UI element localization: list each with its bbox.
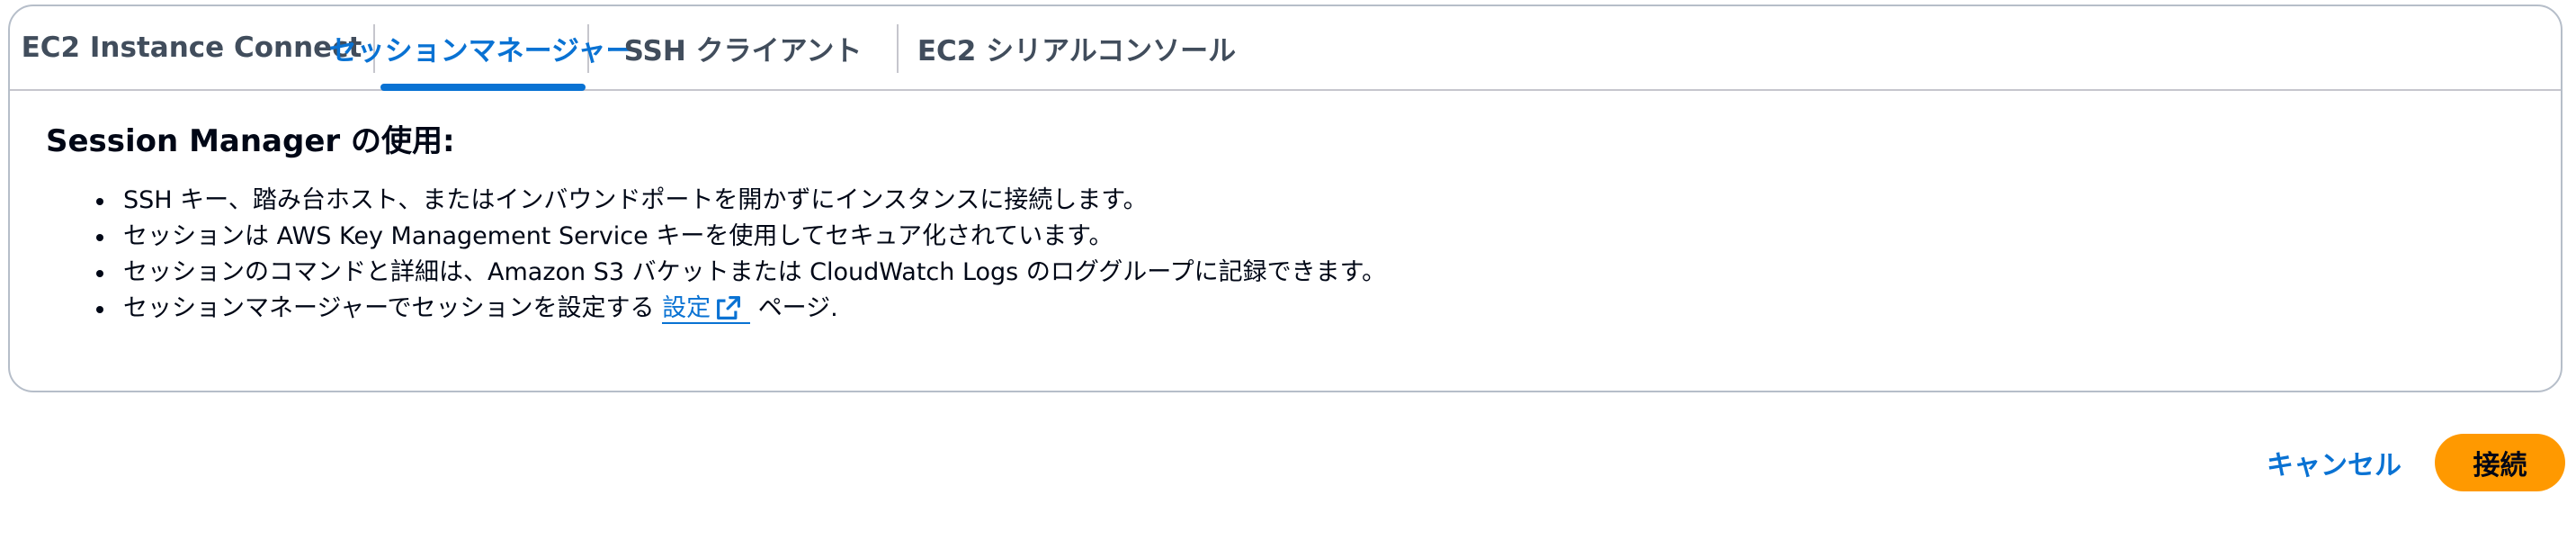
external-link-icon: [717, 296, 741, 320]
list-item: セッションマネージャーでセッションを設定する 設定 ページ.: [96, 291, 2525, 327]
tab-bar: EC2 Instance Connect セッションマネージャー SSH クライ…: [10, 6, 2561, 91]
connect-panel: EC2 Instance Connect セッションマネージャー SSH クライ…: [8, 4, 2563, 392]
tab-session-manager[interactable]: セッションマネージャー: [329, 6, 633, 91]
panel-content: Session Manager の使用: SSH キー、踏み台ホスト、またはイン…: [46, 122, 2525, 327]
list-item-text: セッションマネージャーでセッションを設定する: [123, 294, 655, 322]
section-heading: Session Manager の使用:: [46, 123, 455, 159]
feature-list: SSH キー、踏み台ホスト、またはインバウンドポートを開かずにインスタンスに接続…: [46, 183, 2525, 327]
tab-ec2-serial-console[interactable]: EC2 シリアルコンソール: [899, 6, 1255, 89]
tab-ssh-client[interactable]: SSH クライアント: [589, 6, 897, 89]
settings-link[interactable]: 設定: [662, 294, 751, 324]
settings-link-label: 設定: [662, 294, 711, 322]
cancel-button[interactable]: キャンセル: [2240, 434, 2428, 491]
list-item: セッションは AWS Key Management Service キーを使用し…: [96, 219, 2525, 255]
tab-ec2-instance-connect[interactable]: EC2 Instance Connect: [10, 6, 373, 89]
connect-button[interactable]: 接続: [2435, 434, 2565, 491]
list-item: セッションのコマンドと詳細は、Amazon S3 バケットまたは CloudWa…: [96, 255, 2525, 291]
list-item: SSH キー、踏み台ホスト、またはインバウンドポートを開かずにインスタンスに接続…: [96, 183, 2525, 219]
list-item-text: ページ.: [757, 294, 838, 322]
